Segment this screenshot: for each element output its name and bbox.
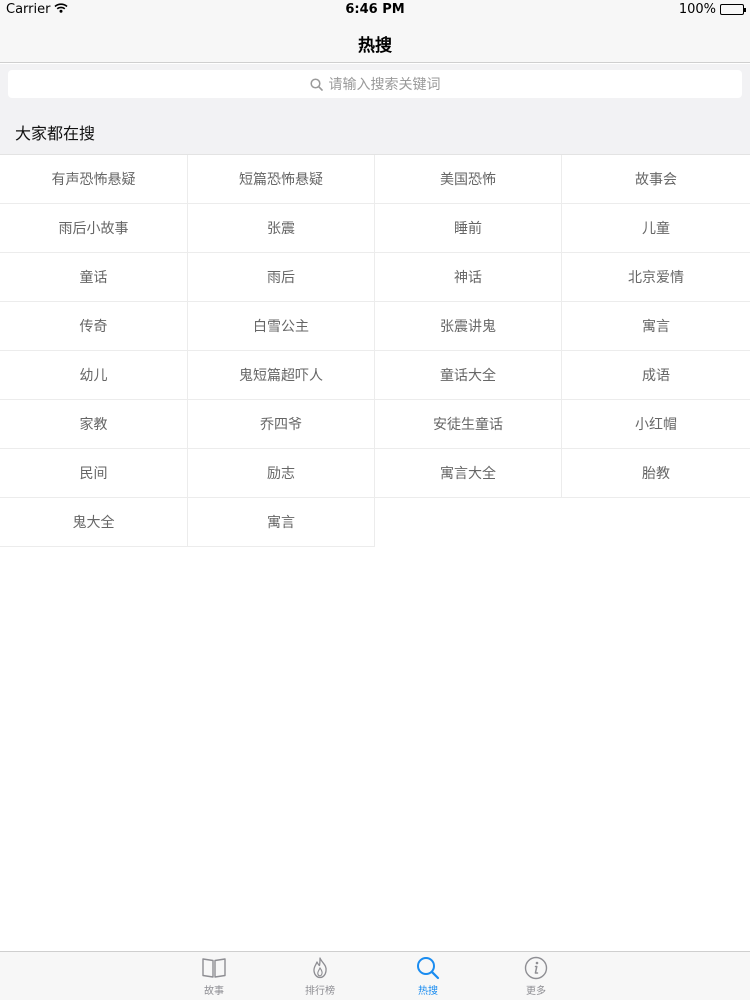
search-area: 请输入搜索关键词 xyxy=(0,64,750,104)
keyword-item[interactable]: 小红帽 xyxy=(562,400,750,449)
keyword-item[interactable]: 民间 xyxy=(0,449,188,498)
tab-hot-search[interactable]: 热搜 xyxy=(398,956,458,1000)
keyword-item[interactable]: 雨后 xyxy=(188,253,375,302)
status-right: 100% xyxy=(678,2,746,17)
page-title: 热搜 xyxy=(358,36,392,56)
tab-stories[interactable]: 故事 xyxy=(184,956,244,1000)
search-icon xyxy=(309,77,323,91)
keyword-item[interactable]: 北京爱情 xyxy=(562,253,750,302)
keyword-item[interactable]: 寓言 xyxy=(188,498,375,547)
keyword-item[interactable]: 乔四爷 xyxy=(188,400,375,449)
keyword-item[interactable]: 寓言 xyxy=(562,302,750,351)
tab-label: 热搜 xyxy=(418,986,438,997)
info-icon xyxy=(506,956,566,980)
keyword-grid: 有声恐怖悬疑 短篇恐怖悬疑 美国恐怖 故事会雨后小故事 张震 睡前 儿童童话 雨后 神话 北京爱情… xyxy=(0,155,750,547)
keyword-item[interactable]: 张震讲鬼 xyxy=(375,302,562,351)
keyword-item[interactable]: 童话 xyxy=(0,253,188,302)
section-header: 大家都在搜 xyxy=(0,104,750,155)
keyword-item[interactable]: 胎教 xyxy=(562,449,750,498)
tab-label: 排行榜 xyxy=(305,986,335,997)
keyword-item[interactable]: 寓言大全 xyxy=(375,449,562,498)
tab-label: 故事 xyxy=(204,986,224,997)
keyword-item[interactable]: 传奇 xyxy=(0,302,188,351)
battery-icon xyxy=(720,4,746,15)
keyword-item[interactable]: 短篇恐怖悬疑 xyxy=(188,155,375,204)
keyword-item[interactable]: 张震 xyxy=(188,204,375,253)
keyword-item[interactable]: 安徒生童话 xyxy=(375,400,562,449)
tab-label: 更多 xyxy=(526,986,546,997)
navigation-bar: 热搜 xyxy=(0,20,750,63)
keyword-item[interactable]: 有声恐怖悬疑 xyxy=(0,155,188,204)
keyword-item[interactable]: 美国恐怖 xyxy=(375,155,562,204)
keyword-item[interactable]: 鬼短篇超吓人 xyxy=(188,351,375,400)
book-icon xyxy=(184,956,244,980)
battery-percent: 100% xyxy=(678,2,716,17)
status-time: 6:46 PM xyxy=(345,2,405,17)
search-icon xyxy=(398,956,458,980)
search-placeholder: 请输入搜索关键词 xyxy=(328,77,441,93)
keyword-item[interactable]: 励志 xyxy=(188,449,375,498)
keyword-item[interactable]: 家教 xyxy=(0,400,188,449)
keyword-item[interactable]: 成语 xyxy=(562,351,750,400)
tab-bar: 故事 排行榜 热搜 更多 xyxy=(0,951,750,1000)
keyword-item[interactable]: 幼儿 xyxy=(0,351,188,400)
keyword-item[interactable]: 鬼大全 xyxy=(0,498,188,547)
keyword-item[interactable]: 童话大全 xyxy=(375,351,562,400)
keyword-item[interactable]: 故事会 xyxy=(562,155,750,204)
tab-ranking[interactable]: 排行榜 xyxy=(290,956,350,1000)
keyword-item[interactable]: 神话 xyxy=(375,253,562,302)
section-title: 大家都在搜 xyxy=(15,124,96,143)
keyword-item[interactable]: 白雪公主 xyxy=(188,302,375,351)
flame-icon xyxy=(290,956,350,980)
keyword-item[interactable]: 儿童 xyxy=(562,204,750,253)
search-input[interactable]: 请输入搜索关键词 xyxy=(8,70,742,98)
tab-more[interactable]: 更多 xyxy=(506,956,566,1000)
keyword-item[interactable]: 睡前 xyxy=(375,204,562,253)
status-bar: Carrier 6:46 PM 100% xyxy=(0,0,750,20)
keyword-item[interactable]: 雨后小故事 xyxy=(0,204,188,253)
